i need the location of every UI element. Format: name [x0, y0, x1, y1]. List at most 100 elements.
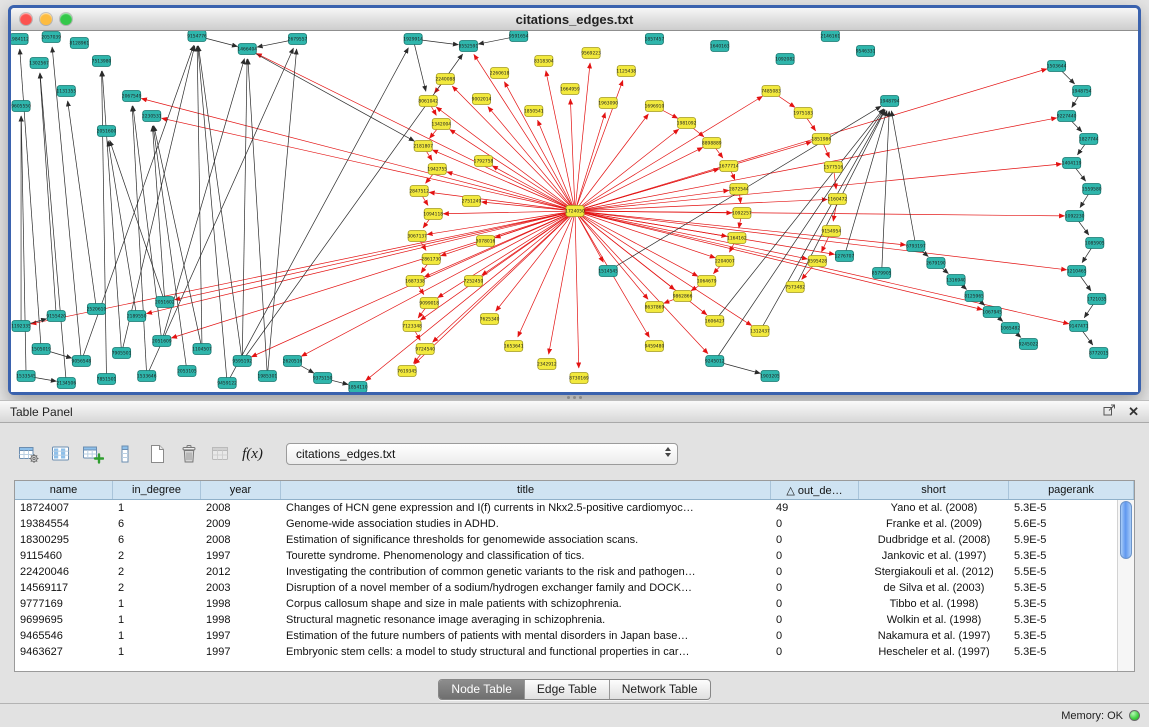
- graph-node[interactable]: 9002014: [472, 94, 492, 105]
- graph-node[interactable]: 1559580: [1082, 184, 1102, 195]
- graph-node[interactable]: 9227440: [1057, 111, 1077, 122]
- graph-node[interactable]: 1094118: [423, 209, 443, 220]
- import-table-button[interactable]: [206, 440, 235, 469]
- graph-node[interactable]: 7252450: [464, 276, 484, 287]
- graph-node[interactable]: 7851501: [97, 374, 117, 385]
- graph-node[interactable]: 2520610: [87, 304, 107, 315]
- graph-node[interactable]: 9724540: [415, 344, 435, 355]
- graph-node[interactable]: 9155420: [46, 311, 66, 322]
- graph-node[interactable]: 1724050: [565, 206, 585, 217]
- graph-node[interactable]: 7485083: [761, 86, 781, 97]
- graph-node[interactable]: 1792758: [474, 156, 494, 167]
- graph-node[interactable]: 1092230: [1065, 211, 1085, 222]
- graph-node[interactable]: 1664959: [560, 84, 580, 95]
- graph-node[interactable]: 1466404: [237, 44, 257, 55]
- graph-node[interactable]: 7573482: [785, 282, 805, 293]
- graph-node[interactable]: 2679557: [288, 34, 308, 45]
- graph-node[interactable]: 1948794: [880, 96, 900, 107]
- graph-node[interactable]: 1276707: [835, 251, 855, 262]
- graph-node[interactable]: 1514545: [598, 266, 618, 277]
- graph-node[interactable]: 7123348: [402, 321, 422, 332]
- graph-node[interactable]: 1316940: [946, 275, 966, 286]
- scrollbar-thumb[interactable]: [1120, 501, 1132, 559]
- graph-node[interactable]: 2053105: [177, 366, 197, 377]
- table-row[interactable]: 946554611997Estimation of the future num…: [15, 628, 1118, 644]
- graph-node[interactable]: 9546331: [856, 46, 876, 57]
- graph-node[interactable]: 9245022: [1019, 339, 1039, 350]
- column-header-title[interactable]: title: [281, 481, 771, 499]
- graph-node[interactable]: 2051602: [155, 297, 175, 308]
- delete-column-button[interactable]: [110, 440, 139, 469]
- float-panel-icon[interactable]: [1103, 403, 1116, 421]
- graph-node[interactable]: 8898889: [702, 138, 722, 149]
- graph-node[interactable]: 2146161: [821, 31, 841, 42]
- graph-node[interactable]: 1104507: [192, 344, 212, 355]
- graph-node[interactable]: 2751249: [462, 196, 482, 207]
- column-header-out_degree[interactable]: △ out_de…: [771, 481, 859, 499]
- graph-node[interactable]: 1640163: [710, 41, 730, 52]
- graph-node[interactable]: 2240088: [435, 74, 455, 85]
- graph-node[interactable]: 1085905: [1085, 238, 1105, 249]
- graph-node[interactable]: 8318304: [534, 56, 554, 67]
- tab-network-table[interactable]: Network Table: [610, 680, 710, 699]
- graph-node[interactable]: 2067549: [122, 91, 142, 102]
- table-row[interactable]: 1872400712008Changes of HCN gene express…: [15, 500, 1118, 516]
- column-header-year[interactable]: year: [201, 481, 281, 499]
- delete-table-button[interactable]: [174, 440, 203, 469]
- graph-node[interactable]: 1164162: [727, 233, 747, 244]
- graph-node[interactable]: 1903205: [760, 371, 780, 382]
- column-header-in_degree[interactable]: in_degree: [113, 481, 201, 499]
- graph-node[interactable]: 2230531: [142, 111, 162, 122]
- graph-node[interactable]: 1857457: [645, 34, 665, 45]
- graph-node[interactable]: 1975183: [793, 108, 813, 119]
- close-panel-icon[interactable]: ✕: [1128, 406, 1139, 418]
- graph-node[interactable]: 1505019: [31, 344, 51, 355]
- graph-node[interactable]: 1677714: [719, 161, 739, 172]
- minimize-window-button[interactable]: [40, 13, 52, 25]
- table-row[interactable]: 911546021997Tourette syndrome. Phenomeno…: [15, 548, 1118, 564]
- graph-node[interactable]: 1064679: [697, 276, 717, 287]
- graph-node[interactable]: 8128961: [70, 38, 90, 49]
- graph-node[interactable]: 1985301: [258, 371, 278, 382]
- graph-node[interactable]: 2204007: [715, 256, 735, 267]
- graph-node[interactable]: 2679190: [926, 258, 946, 269]
- graph-node[interactable]: 9862866: [673, 291, 693, 302]
- graph-node[interactable]: 9375150: [313, 373, 333, 384]
- column-header-short[interactable]: short: [859, 481, 1009, 499]
- graph-node[interactable]: 1210465: [1067, 266, 1087, 277]
- graph-node[interactable]: 2181807: [413, 141, 433, 152]
- table-row[interactable]: 2242004622012Investigating the contribut…: [15, 564, 1118, 580]
- table-row[interactable]: 977716911998Corpus callosum shape and si…: [15, 596, 1118, 612]
- graph-node[interactable]: 1851986: [811, 134, 831, 145]
- graph-node[interactable]: 8595428: [807, 256, 827, 267]
- graph-node[interactable]: 1192335: [11, 321, 31, 332]
- graph-node[interactable]: 8061042: [418, 96, 438, 107]
- graph-node[interactable]: 1850541: [524, 106, 544, 117]
- graph-node[interactable]: 8730169: [569, 373, 589, 384]
- graph-node[interactable]: 9569223: [581, 48, 601, 59]
- vertical-scrollbar[interactable]: [1117, 500, 1134, 671]
- graph-node[interactable]: 9099018: [419, 298, 439, 309]
- graph-node[interactable]: 1653641: [504, 341, 524, 352]
- graph-node[interactable]: 1131355: [56, 86, 76, 97]
- new-table-button[interactable]: [142, 440, 171, 469]
- graph-node[interactable]: 1687338: [405, 276, 425, 287]
- graph-node[interactable]: 8552591: [459, 41, 479, 52]
- graph-node[interactable]: 3067137: [407, 231, 427, 242]
- zoom-window-button[interactable]: [60, 13, 72, 25]
- graph-node[interactable]: 1577516: [824, 162, 844, 173]
- graph-node[interactable]: 3078016: [476, 236, 496, 247]
- network-graph[interactable]: 1724050169691019810928898889167771428725…: [11, 31, 1138, 392]
- graph-node[interactable]: 9154954: [822, 226, 842, 237]
- table-row[interactable]: 1830029562008Estimation of significance …: [15, 532, 1118, 548]
- graph-node[interactable]: 2861730: [421, 254, 441, 265]
- graph-node[interactable]: 1963090: [598, 98, 618, 109]
- create-column-button[interactable]: [78, 440, 107, 469]
- graph-node[interactable]: 9147471: [1069, 321, 1089, 332]
- graph-node[interactable]: 7905501: [112, 348, 132, 359]
- graph-node[interactable]: 1342004: [431, 119, 451, 130]
- window-titlebar[interactable]: citations_edges.txt: [11, 8, 1138, 31]
- graph-node[interactable]: 2057039: [41, 32, 61, 43]
- table-selector-dropdown[interactable]: citations_edges.txt: [286, 443, 678, 465]
- graph-node[interactable]: 9595192: [232, 356, 252, 367]
